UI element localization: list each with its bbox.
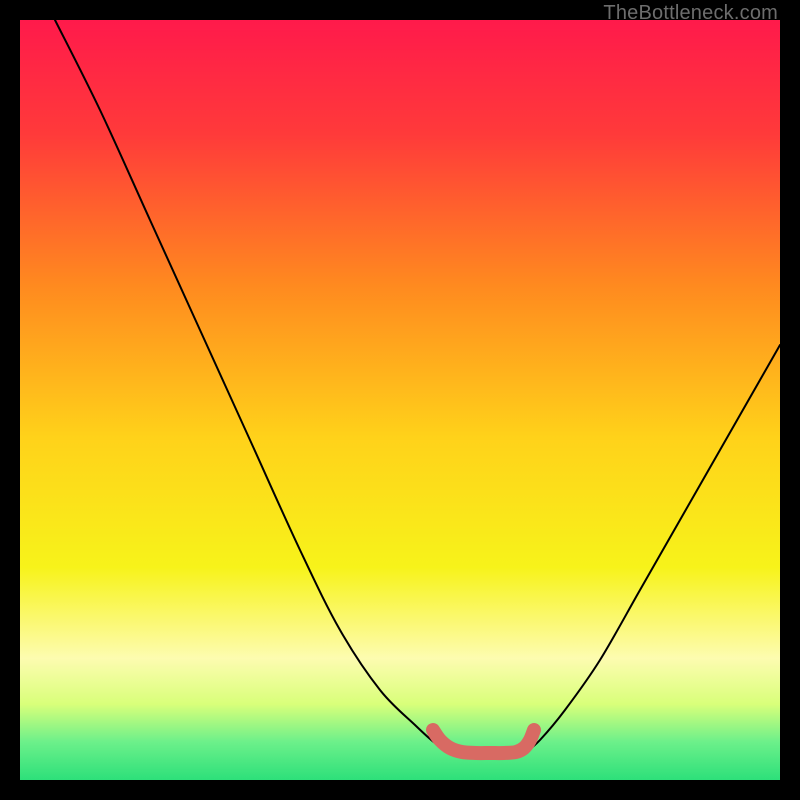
plot-area (20, 20, 780, 780)
chart-frame: TheBottleneck.com (0, 0, 800, 800)
valley-highlight (433, 730, 534, 753)
curve-right-arm (525, 345, 780, 753)
watermark-text: TheBottleneck.com (603, 2, 778, 25)
curve-left-arm (55, 20, 452, 753)
curve-layer (20, 20, 780, 780)
